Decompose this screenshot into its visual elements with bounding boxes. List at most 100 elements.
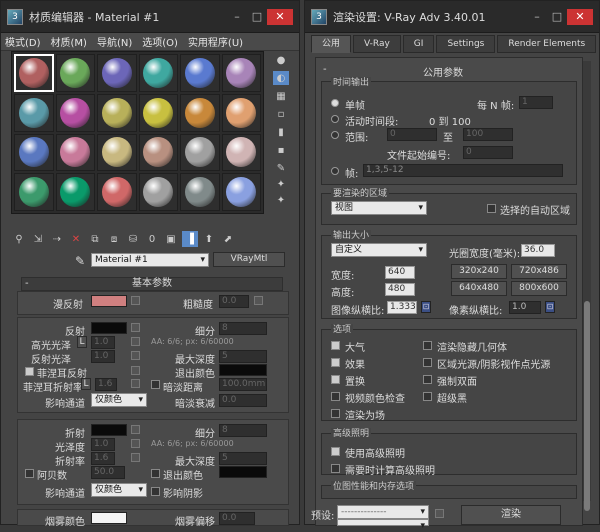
- range-radio[interactable]: [331, 131, 339, 139]
- roughness-field[interactable]: 0.0: [219, 295, 249, 308]
- fog-color-swatch[interactable]: [91, 512, 127, 524]
- material-slot[interactable]: [180, 133, 220, 172]
- refr-gloss-map-button[interactable]: [131, 439, 140, 448]
- material-slot[interactable]: [55, 133, 95, 172]
- minimize-icon[interactable]: –: [227, 9, 247, 25]
- roughness-map-button[interactable]: [254, 296, 263, 305]
- minimize-icon-render[interactable]: –: [527, 9, 547, 25]
- fresnel-ior-map-button[interactable]: [131, 379, 140, 388]
- force-2sided-checkbox[interactable]: [423, 375, 432, 384]
- video-check-checkbox[interactable]: [331, 392, 340, 401]
- material-slot[interactable]: [138, 93, 178, 132]
- ior-field[interactable]: 1.6: [91, 452, 115, 465]
- aperture-field[interactable]: 36.0: [521, 244, 555, 257]
- lock-view-icon[interactable]: [435, 509, 444, 518]
- reflect-map-button[interactable]: [131, 323, 140, 332]
- super-black-checkbox[interactable]: [423, 392, 432, 401]
- material-slot[interactable]: [55, 54, 95, 92]
- affect-shadows-checkbox[interactable]: [151, 487, 160, 496]
- uv-tiling-icon[interactable]: ▫: [273, 107, 289, 121]
- refr-exit-color-swatch[interactable]: [219, 466, 267, 478]
- width-field[interactable]: 640: [385, 266, 415, 279]
- make-unique-icon[interactable]: ⧈: [106, 231, 122, 247]
- material-slot[interactable]: [55, 93, 95, 132]
- menu-navigation[interactable]: 导航(N): [97, 34, 132, 49]
- height-field[interactable]: 480: [385, 283, 415, 296]
- auto-region-checkbox[interactable]: [487, 204, 496, 213]
- copy-material-icon[interactable]: ⧉: [87, 231, 103, 247]
- file-start-field[interactable]: 0: [463, 146, 513, 159]
- assign-to-selection-icon[interactable]: ⇢: [49, 231, 65, 247]
- material-slot[interactable]: [97, 54, 137, 92]
- displacement-checkbox[interactable]: [331, 375, 340, 384]
- fresnel-ior-field[interactable]: 1.6: [95, 378, 117, 391]
- affect-channels2-dropdown[interactable]: 仅颜色: [91, 483, 147, 497]
- size-preset-dropdown[interactable]: 自定义: [331, 243, 427, 257]
- render-hidden-checkbox[interactable]: [423, 341, 432, 350]
- material-slot[interactable]: [180, 173, 220, 211]
- close-icon-render[interactable]: ✕: [567, 8, 593, 25]
- close-icon[interactable]: ✕: [267, 8, 293, 25]
- refract-map-button[interactable]: [131, 425, 140, 434]
- background-icon[interactable]: ▦: [273, 89, 289, 103]
- fog-bias-field[interactable]: 0.0: [219, 512, 255, 525]
- common-params-title[interactable]: 公用参数: [423, 64, 463, 79]
- go-forward-sibling-icon[interactable]: ⬈: [220, 231, 236, 247]
- refr-subdiv-field[interactable]: 8: [219, 424, 267, 437]
- refl-gloss-field[interactable]: 1.0: [91, 350, 115, 363]
- material-slot[interactable]: [97, 173, 137, 211]
- dim-distance-field[interactable]: 100.0mm: [219, 378, 267, 391]
- scrollbar-thumb[interactable]: [584, 301, 590, 511]
- backlight-icon[interactable]: ◐: [273, 71, 289, 85]
- preset-800x600-button[interactable]: 800x600: [511, 281, 567, 296]
- preset-dropdown[interactable]: --------------: [337, 505, 429, 519]
- maximize-icon-render[interactable]: □: [547, 9, 567, 25]
- material-slot[interactable]: [221, 173, 261, 211]
- eyedropper-icon[interactable]: ✎: [75, 254, 85, 268]
- material-slot[interactable]: [221, 54, 261, 92]
- render-fields-checkbox[interactable]: [331, 409, 340, 418]
- area-lights-checkbox[interactable]: [423, 358, 432, 367]
- material-slot[interactable]: [138, 173, 178, 211]
- range-from-field[interactable]: 0: [387, 128, 437, 141]
- single-frame-radio[interactable]: [331, 99, 339, 107]
- lock-aspect-icon[interactable]: ⊡: [421, 301, 431, 313]
- sample-type-icon[interactable]: ●: [273, 53, 289, 67]
- video-check-icon[interactable]: ▮: [273, 125, 289, 139]
- select-by-material-icon[interactable]: ✦: [273, 177, 289, 191]
- options-icon[interactable]: ✎: [273, 161, 289, 175]
- material-slot[interactable]: [221, 133, 261, 172]
- compute-adv-checkbox[interactable]: [331, 464, 340, 473]
- lock-pixel-aspect-icon[interactable]: ⊡: [545, 301, 555, 313]
- show-end-result-icon[interactable]: ▐: [182, 231, 198, 247]
- tab-common[interactable]: 公用: [311, 35, 352, 53]
- material-id-channel-icon[interactable]: 0: [144, 231, 160, 247]
- frames-radio[interactable]: [331, 167, 339, 175]
- preset-320x240-button[interactable]: 320x240: [451, 264, 507, 279]
- tab-gi[interactable]: GI: [402, 35, 435, 53]
- material-type-button[interactable]: VRayMtl: [213, 252, 285, 267]
- abbe-checkbox[interactable]: [25, 469, 34, 478]
- subdiv-field[interactable]: 8: [219, 322, 267, 335]
- material-slot[interactable]: [14, 173, 54, 211]
- put-to-scene-icon[interactable]: ⇲: [30, 231, 46, 247]
- material-slot[interactable]: [97, 93, 137, 132]
- material-slot[interactable]: [14, 133, 54, 172]
- menu-utilities[interactable]: 实用程序(U): [188, 34, 243, 49]
- refr-exit-color-checkbox[interactable]: [151, 469, 160, 478]
- show-shaded-icon[interactable]: ▣: [163, 231, 179, 247]
- menu-modes[interactable]: 模式(D): [5, 34, 41, 49]
- abbe-field[interactable]: 50.0: [91, 466, 125, 479]
- make-preview-icon[interactable]: ▪: [273, 143, 289, 157]
- fresnel-map-button[interactable]: [131, 366, 140, 375]
- material-slot[interactable]: [221, 93, 261, 132]
- material-slot[interactable]: [180, 93, 220, 132]
- tab-render-elements[interactable]: Render Elements: [497, 35, 597, 53]
- affect-channels-dropdown[interactable]: 仅颜色: [91, 393, 147, 407]
- material-slot[interactable]: [14, 54, 54, 92]
- px-aspect-field[interactable]: 1.0: [509, 301, 541, 314]
- maximize-icon[interactable]: □: [247, 9, 267, 25]
- refract-color-swatch[interactable]: [91, 424, 127, 436]
- range-to-field[interactable]: 100: [463, 128, 513, 141]
- tab-vray[interactable]: V-Ray: [353, 35, 401, 53]
